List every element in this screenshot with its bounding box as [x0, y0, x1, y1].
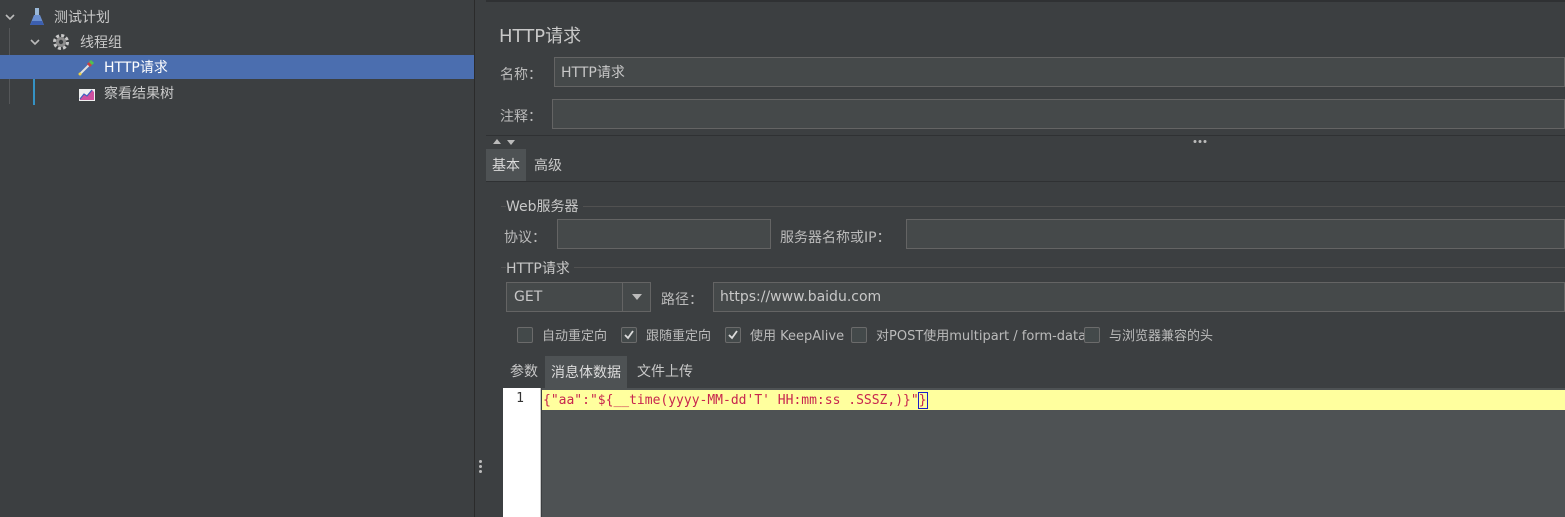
chevron-down-icon[interactable] [3, 10, 17, 24]
drag-handle-icon[interactable] [479, 460, 483, 475]
checkbox-box[interactable] [851, 326, 867, 343]
name-label: 名称： [500, 67, 542, 83]
path-label: 路径： [661, 292, 703, 308]
checkbox-label: 对POST使用multipart / form-data [876, 329, 1087, 344]
tree-item-label: 察看结果树 [104, 86, 174, 102]
code-line-current[interactable]: {"aa":"${__time(yyyy-MM-dd'T' HH:mm:ss .… [542, 390, 1565, 410]
tab-parameters[interactable]: 参数 [504, 356, 544, 386]
tree-item-thread-group[interactable]: 线程组 [0, 30, 474, 54]
web-server-group-title: Web服务器 [506, 196, 583, 216]
tree-item-label: HTTP请求 [104, 60, 168, 76]
tab-advanced[interactable]: 高级 [528, 149, 568, 181]
follow-redirect-checkbox[interactable]: 跟随重定向 [621, 325, 711, 344]
comment-label: 注释： [500, 109, 542, 125]
tab-divider [486, 181, 1565, 182]
tree-item-label: 线程组 [80, 35, 122, 51]
test-plan-tree[interactable]: 测试计划 线程组 HTTP请求 察看结果树 [0, 0, 474, 517]
line-number: 1 [516, 391, 524, 406]
tree-item-label: 测试计划 [54, 10, 110, 26]
page-title: HTTP请求 [499, 26, 582, 47]
code-area[interactable]: {"aa":"${__time(yyyy-MM-dd'T' HH:mm:ss .… [542, 388, 1565, 517]
matching-brace: } [917, 391, 928, 409]
keepalive-checkbox[interactable]: 使用 KeepAlive [725, 325, 844, 344]
more-dots-icon[interactable] [1192, 139, 1208, 144]
name-field[interactable]: HTTP请求 [554, 57, 1565, 87]
multipart-checkbox[interactable]: 对POST使用multipart / form-data [851, 325, 1086, 344]
tab-basic[interactable]: 基本 [486, 149, 526, 181]
checkbox-box[interactable] [725, 326, 741, 343]
collapse-arrows-icon[interactable] [492, 138, 518, 146]
tab-file-upload[interactable]: 文件上传 [631, 356, 699, 386]
pane-splitter[interactable] [474, 0, 486, 517]
http-request-panel: HTTP请求 名称： HTTP请求 注释： 基本 高级 Web服务器 协议： 服… [486, 0, 1565, 517]
server-name-field[interactable] [906, 219, 1565, 249]
checkbox-label: 跟随重定向 [646, 329, 712, 344]
dropdown-arrow-icon[interactable] [622, 283, 650, 311]
checkbox-box[interactable] [517, 326, 533, 343]
protocol-label: 协议： [504, 230, 546, 246]
chart-icon [77, 83, 97, 103]
line-number-gutter: 1 [503, 388, 541, 517]
comment-field[interactable] [552, 99, 1565, 129]
code-text: {"aa":"${__time(yyyy-MM-dd'T' HH:mm:ss .… [543, 392, 919, 408]
protocol-field[interactable] [557, 219, 771, 249]
group-border [501, 267, 1565, 268]
gear-icon [51, 32, 71, 52]
body-data-editor[interactable]: 1 {"aa":"${__time(yyyy-MM-dd'T' HH:mm:ss… [503, 388, 1565, 517]
checkbox-box[interactable] [621, 326, 637, 343]
checkbox-label: 自动重定向 [542, 329, 608, 344]
checkbox-box[interactable] [1084, 326, 1100, 343]
tree-item-view-results-tree[interactable]: 察看结果树 [0, 81, 474, 105]
checkbox-label: 与浏览器兼容的头 [1109, 329, 1214, 344]
path-field-value: https://www.baidu.com [720, 289, 882, 305]
auto-redirect-checkbox[interactable]: 自动重定向 [517, 325, 607, 344]
http-request-group-title: HTTP请求 [506, 258, 574, 278]
checkbox-label: 使用 KeepAlive [750, 329, 845, 344]
server-name-label: 服务器名称或IP： [780, 230, 891, 246]
tree-item-http-request[interactable]: HTTP请求 [0, 55, 474, 79]
browser-compatible-headers-checkbox[interactable]: 与浏览器兼容的头 [1084, 325, 1213, 344]
pipette-icon [77, 57, 97, 77]
method-select[interactable]: GET [506, 282, 651, 312]
name-field-value: HTTP请求 [561, 65, 625, 81]
flask-icon [27, 7, 47, 27]
group-border [501, 206, 1565, 207]
tree-item-test-plan[interactable]: 测试计划 [0, 5, 474, 29]
chevron-down-icon[interactable] [28, 35, 42, 49]
method-select-value: GET [514, 289, 543, 305]
collapse-bar[interactable] [486, 135, 1565, 147]
path-field[interactable]: https://www.baidu.com [713, 282, 1565, 312]
tab-body-data[interactable]: 消息体数据 [545, 356, 627, 388]
